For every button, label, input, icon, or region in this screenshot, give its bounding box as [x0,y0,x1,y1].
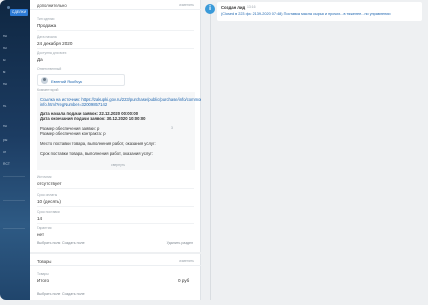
sidebar-item-4[interactable]: м [3,70,5,74]
sidebar-badge-deals[interactable]: СДЕЛКИ [10,9,28,16]
collapse-link[interactable]: свернуть [111,163,125,167]
field-label: Тип сделки [37,17,55,21]
field-value[interactable]: Продажа [37,23,56,28]
field-value[interactable]: 10 (десять) [37,199,61,204]
sidebar-divider [3,228,25,229]
info-icon: i [205,4,215,14]
comment-line: Дата окончания подачи заявок: 30.12.2020… [40,116,146,121]
sidebar-item-2[interactable]: гы [3,46,7,50]
section-gap [30,252,201,254]
divider [37,206,194,207]
sidebar-item-5[interactable]: ты [3,82,7,86]
sidebar-divider [3,176,25,177]
source-link-cont[interactable]: info.html?regNumber=32009857142 [40,102,107,107]
comment-number: 3 [171,126,173,130]
field-label: Доступна для всех [37,51,67,55]
goods-section-header: Товары изменить [30,256,201,266]
event-time: 13:16 [247,5,256,10]
timeline-event[interactable]: Создан лид 13:16 (Closed в 223 фз: 2139-… [217,2,422,21]
sidebar: СДЕЛКИ ты гы ы м ты ть ты ры ог RCT [0,0,30,300]
sidebar-item-9[interactable]: ог [3,150,6,154]
field-value[interactable]: отсутствует [37,181,62,186]
sidebar-item-8[interactable]: ры [3,138,7,142]
sidebar-item-6[interactable]: ть [3,104,6,108]
comment-line: Место поставки товара, выполнения работ,… [40,141,156,146]
comment-line: Срок поставки товара, выполнения работ, … [40,151,154,156]
field-label: Дата начала [37,35,57,39]
divider [37,188,194,189]
field-label: Срок поставки [37,210,60,214]
section-title: дополнительно [37,3,67,8]
goods-create-field-link[interactable]: Создать поле [62,292,85,296]
comment-line: info.html?regNumber=32009857142 [40,102,107,107]
divider [37,48,194,49]
divider [37,30,194,31]
window: СДЕЛКИ ты гы ы м ты ть ты ры ог RCT допо… [0,0,428,300]
goods-choose-field-link[interactable]: Выбрать поле [37,292,60,296]
event-title: Создан лид [221,5,246,10]
choose-fields-link[interactable]: Выбрать поля [37,241,60,245]
section-edit-link[interactable]: изменить [179,3,194,7]
field-label: Источник [37,175,52,179]
responsible-user[interactable]: Евгений Якобчук [37,74,125,86]
field-value[interactable]: 24 декабря 2020 [37,41,72,46]
deal-details-card: дополнительно изменить Тип сделки Продаж… [30,0,204,300]
delete-section-link[interactable]: Удалить раздел [167,241,193,245]
field-label: Срок оплаты [37,193,58,197]
responsible-name[interactable]: Евгений Якобчук [51,79,82,84]
sidebar-item-10[interactable]: RCT [3,162,10,166]
sidebar-item-1[interactable]: ты [3,34,7,38]
create-field-link[interactable]: Создать поле [62,241,85,245]
avatar [41,77,48,84]
divider [37,223,194,224]
comment-line: Размер обеспечения контракта: р [40,131,106,136]
field-value[interactable]: Да [37,57,43,62]
timeline-panel: i Создан лид 13:16 (Closed в 223 фз: 213… [201,0,428,300]
field-value[interactable]: 14 [37,216,42,221]
sidebar-item-3[interactable]: ы [3,58,5,62]
goods-total-label: Итого [37,278,50,283]
goods-label: Товары [37,272,49,276]
section-header: дополнительно изменить [30,0,201,10]
responsible-label: Ответственный [37,67,62,71]
event-text[interactable]: (Closed в 223 фз: 2139-2020 07:48) Поста… [221,12,390,16]
goods-edit-link[interactable]: изменить [179,259,194,263]
comment-box: Ссылка на источник: https://zakupki.gov.… [37,92,204,170]
goods-total-value: 0 руб [178,278,190,283]
field-value[interactable]: нет [37,232,44,237]
sidebar-item-7[interactable]: ты [3,124,7,128]
sidebar-divider [3,200,25,201]
goods-title: Товары [37,259,52,264]
field-label: Гарантия [37,226,52,230]
timeline-line [210,12,211,300]
